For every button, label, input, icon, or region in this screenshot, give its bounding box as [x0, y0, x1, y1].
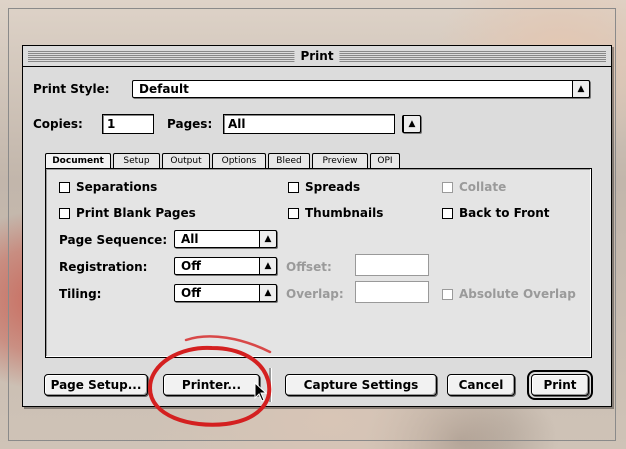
absolute-overlap-checkbox: Absolute Overlap [442, 287, 576, 301]
print-button[interactable]: Print [527, 370, 593, 400]
up-down-arrows-icon: ▲ [259, 257, 277, 275]
offset-field [355, 254, 429, 276]
print-blank-pages-checkbox[interactable]: Print Blank Pages [59, 206, 196, 220]
offset-label: Offset: [286, 260, 332, 274]
title-bar[interactable]: Print [23, 46, 611, 67]
tab-bleed[interactable]: Bleed [268, 153, 310, 168]
checkbox-box [288, 208, 299, 219]
window-title: Print [294, 48, 340, 64]
tab-document[interactable]: Document [45, 153, 111, 169]
printer-button[interactable]: Printer... [163, 374, 260, 396]
print-style-label: Print Style: [33, 82, 110, 96]
tab-output[interactable]: Output [162, 153, 210, 168]
tiling-label: Tiling: [59, 287, 102, 301]
spreads-checkbox[interactable]: Spreads [288, 180, 360, 194]
overlap-field [355, 281, 429, 303]
up-down-arrows-icon: ▲ [259, 284, 277, 302]
separations-checkbox[interactable]: Separations [59, 180, 157, 194]
tab-setup[interactable]: Setup [113, 153, 160, 168]
print-style-value: Default [139, 82, 189, 96]
checkbox-box [288, 182, 299, 193]
button-separator [269, 368, 272, 402]
page-setup-button[interactable]: Page Setup... [44, 374, 148, 396]
up-down-arrows-icon: ▲ [403, 115, 421, 133]
back-to-front-checkbox[interactable]: Back to Front [442, 206, 550, 220]
cancel-button[interactable]: Cancel [447, 374, 515, 396]
pages-field[interactable]: All [223, 114, 395, 134]
copies-label: Copies: [33, 117, 83, 131]
checkbox-box [442, 208, 453, 219]
print-dialog: Print Print Style: Default ▲ Copies: 1 P… [22, 45, 612, 407]
up-down-arrows-icon: ▲ [572, 80, 590, 98]
checkbox-box [442, 182, 453, 193]
tiling-popup[interactable]: Off ▲ [174, 284, 277, 302]
tab-options[interactable]: Options [212, 153, 266, 168]
pages-popup[interactable]: ▲ [402, 115, 421, 133]
up-down-arrows-icon: ▲ [259, 230, 277, 248]
capture-settings-button[interactable]: Capture Settings [285, 374, 437, 396]
print-style-popup[interactable]: Default ▲ [132, 80, 590, 98]
copies-field[interactable]: 1 [102, 114, 154, 134]
registration-popup[interactable]: Off ▲ [174, 257, 277, 275]
page-sequence-popup[interactable]: All ▲ [174, 230, 277, 248]
tab-opi[interactable]: OPI [370, 153, 400, 168]
registration-label: Registration: [59, 260, 148, 274]
page-sequence-label: Page Sequence: [59, 233, 168, 247]
checkbox-box [59, 208, 70, 219]
tab-preview[interactable]: Preview [312, 153, 368, 168]
pages-label: Pages: [167, 117, 213, 131]
collate-checkbox: Collate [442, 180, 506, 194]
overlap-label: Overlap: [286, 287, 344, 301]
checkbox-box [442, 289, 453, 300]
thumbnails-checkbox[interactable]: Thumbnails [288, 206, 383, 220]
checkbox-box [59, 182, 70, 193]
